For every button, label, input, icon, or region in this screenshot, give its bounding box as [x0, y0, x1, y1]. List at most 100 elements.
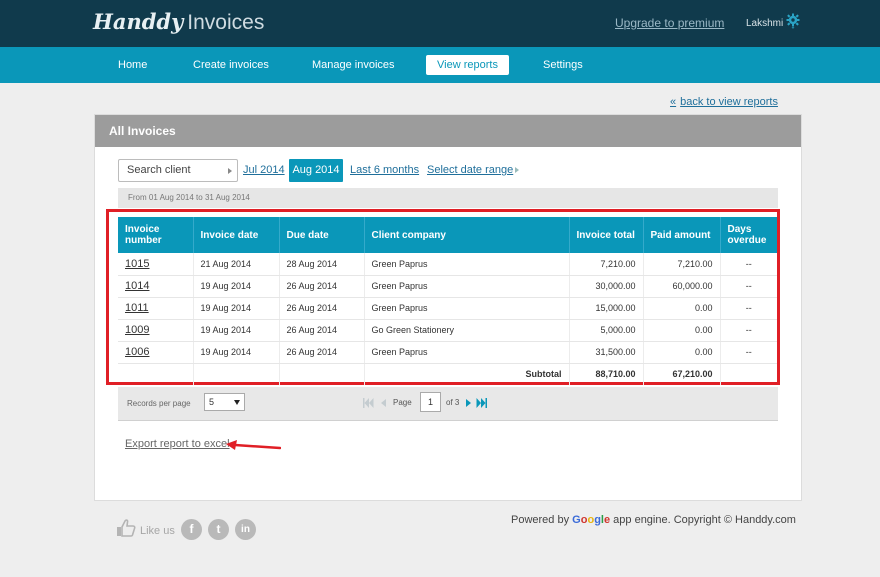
export-excel-link[interactable]: Export report to excel — [125, 438, 230, 450]
logo-plain: Invoices — [187, 11, 265, 34]
paid-amount-cell: 0.00 — [643, 297, 721, 320]
invoice-number-link[interactable]: 1009 — [125, 324, 149, 336]
paid-amount-cell: 0.00 — [643, 341, 721, 364]
invoice-number-cell: 1015 — [118, 253, 194, 276]
subtotal-total: 88,710.00 — [569, 363, 644, 385]
upgrade-premium-link[interactable]: Upgrade to premium — [615, 16, 724, 30]
client-cell: Green Paprus — [364, 341, 570, 364]
subtotal-paid: 67,210.00 — [643, 363, 721, 385]
nav-home[interactable]: Home — [106, 55, 159, 75]
range-last-6-months[interactable]: Last 6 months — [350, 164, 419, 176]
invoice-date-cell: 19 Aug 2014 — [193, 319, 280, 342]
invoice-number-link[interactable]: 1015 — [125, 258, 149, 270]
date-range-strip: From 01 Aug 2014 to 31 Aug 2014 — [118, 188, 778, 208]
subtotal-row: Subtotal 88,710.00 67,210.00 — [118, 363, 777, 385]
table-row: 1014 19 Aug 2014 26 Aug 2014 Green Papru… — [118, 275, 777, 298]
nav-settings[interactable]: Settings — [531, 55, 595, 75]
invoice-number-link[interactable]: 1011 — [125, 302, 149, 314]
days-overdue-cell: -- — [720, 297, 777, 320]
pagination-bar: Records per page 5 Page 1 of 3 — [118, 387, 778, 421]
powered-by-text: Powered by Google app engine. Copyright … — [511, 514, 796, 526]
days-overdue-cell: -- — [720, 253, 777, 276]
col-invoice-total[interactable]: Invoice total — [569, 217, 644, 253]
col-days-overdue[interactable]: Days overdue — [720, 217, 777, 253]
col-invoice-number[interactable]: Invoice number — [118, 217, 194, 253]
days-overdue-cell: -- — [720, 319, 777, 342]
subtotal-label: Subtotal — [364, 363, 570, 385]
prev-page-icon[interactable] — [378, 398, 390, 408]
double-chevron-left-icon: « — [670, 96, 677, 108]
invoice-number-link[interactable]: 1014 — [125, 280, 149, 292]
search-client-dropdown[interactable]: Search client — [118, 159, 238, 182]
col-due-date[interactable]: Due date — [279, 217, 365, 253]
invoice-date-cell: 19 Aug 2014 — [193, 341, 280, 364]
nav-create-invoices[interactable]: Create invoices — [181, 55, 281, 75]
paid-amount-cell: 60,000.00 — [643, 275, 721, 298]
user-name[interactable]: Lakshmi — [746, 18, 783, 29]
thumbs-up-icon[interactable] — [116, 519, 136, 537]
caret-right-icon — [228, 168, 232, 174]
client-cell: Go Green Stationery — [364, 319, 570, 342]
main-nav: Home Create invoices Manage invoices Vie… — [0, 47, 880, 83]
invoice-number-cell: 1011 — [118, 297, 194, 320]
powered-prefix: Powered by — [511, 514, 573, 526]
twitter-icon[interactable]: t — [208, 519, 229, 540]
range-jul-2014[interactable]: Jul 2014 — [243, 164, 285, 176]
client-cell: Green Paprus — [364, 253, 570, 276]
records-per-page-select[interactable]: 5 — [204, 393, 245, 411]
first-page-icon[interactable] — [362, 398, 374, 408]
records-per-page-label: Records per page — [127, 399, 191, 408]
days-overdue-cell: -- — [720, 275, 777, 298]
all-invoices-panel: All Invoices Search client Jul 2014 Aug … — [94, 114, 802, 501]
col-paid-amount[interactable]: Paid amount — [643, 217, 721, 253]
back-link-label: back to view reports — [680, 96, 778, 108]
client-cell: Green Paprus — [364, 275, 570, 298]
page-number-input[interactable]: 1 — [420, 392, 441, 412]
powered-suffix: app engine. Copyright © Handdy.com — [610, 514, 796, 526]
due-date-cell: 26 Aug 2014 — [279, 319, 365, 342]
paid-amount-cell: 0.00 — [643, 319, 721, 342]
invoice-total-cell: 30,000.00 — [569, 275, 644, 298]
table-row: 1015 21 Aug 2014 28 Aug 2014 Green Papru… — [118, 253, 777, 276]
invoice-total-cell: 5,000.00 — [569, 319, 644, 342]
col-client-company[interactable]: Client company — [364, 217, 570, 253]
page-label: Page — [393, 398, 412, 407]
search-client-placeholder: Search client — [127, 164, 191, 176]
panel-title: All Invoices — [95, 115, 801, 147]
invoice-number-cell: 1014 — [118, 275, 194, 298]
caret-right-icon — [515, 167, 519, 173]
next-page-icon[interactable] — [463, 398, 475, 408]
google-logo-text: Google — [572, 514, 611, 526]
range-select-date[interactable]: Select date range — [427, 164, 513, 176]
last-page-icon[interactable] — [476, 398, 488, 408]
page-of-label: of 3 — [446, 398, 460, 407]
client-cell: Green Paprus — [364, 297, 570, 320]
invoice-total-cell: 31,500.00 — [569, 341, 644, 364]
facebook-icon[interactable]: f — [181, 519, 202, 540]
app-logo[interactable]: Handdy Invoices — [93, 9, 264, 35]
paid-amount-cell: 7,210.00 — [643, 253, 721, 276]
invoice-number-link[interactable]: 1006 — [125, 346, 149, 358]
range-aug-2014[interactable]: Aug 2014 — [289, 159, 343, 182]
caret-down-icon — [234, 400, 240, 405]
records-per-page-value: 5 — [209, 397, 215, 407]
arrow-left-icon — [226, 440, 281, 450]
table-row: 1006 19 Aug 2014 26 Aug 2014 Green Papru… — [118, 341, 777, 364]
invoice-total-cell: 7,210.00 — [569, 253, 644, 276]
due-date-cell: 26 Aug 2014 — [279, 341, 365, 364]
col-invoice-date[interactable]: Invoice date — [193, 217, 280, 253]
gear-icon[interactable] — [785, 13, 801, 29]
table-header-row: Invoice number Invoice date Due date Cli… — [118, 217, 777, 253]
invoice-date-cell: 19 Aug 2014 — [193, 297, 280, 320]
due-date-cell: 26 Aug 2014 — [279, 297, 365, 320]
nav-view-reports[interactable]: View reports — [426, 55, 509, 75]
invoice-total-cell: 15,000.00 — [569, 297, 644, 320]
nav-manage-invoices[interactable]: Manage invoices — [300, 55, 407, 75]
invoice-number-cell: 1009 — [118, 319, 194, 342]
due-date-cell: 26 Aug 2014 — [279, 275, 365, 298]
table-row: 1009 19 Aug 2014 26 Aug 2014 Go Green St… — [118, 319, 777, 342]
top-header: Handdy Invoices Upgrade to premium Lakshm… — [0, 0, 880, 47]
back-to-view-reports-link[interactable]: «back to view reports — [670, 96, 778, 108]
linkedin-icon[interactable]: in — [235, 519, 256, 540]
days-overdue-cell: -- — [720, 341, 777, 364]
